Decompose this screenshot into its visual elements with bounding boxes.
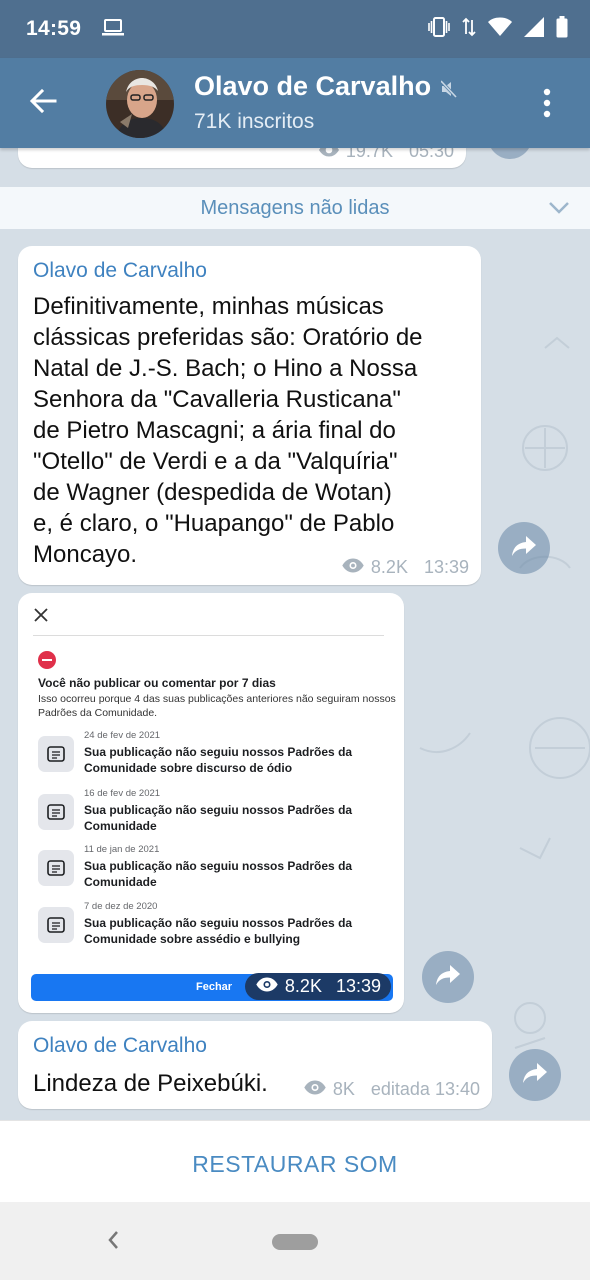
- nav-back-icon[interactable]: [105, 1229, 121, 1256]
- signal-icon: [524, 17, 544, 42]
- system-navigation-bar: [0, 1202, 590, 1280]
- violation-text: Sua publicação não seguiu nossos Padrões…: [84, 745, 353, 775]
- share-arrow-icon: [435, 964, 461, 991]
- views-icon: [341, 557, 365, 578]
- violation-text: Sua publicação não seguiu nossos Padrões…: [84, 803, 353, 833]
- close-icon: [34, 608, 48, 627]
- image-heading: Você não publicar ou comentar por 7 dias: [38, 676, 276, 690]
- wifi-icon: [488, 17, 512, 42]
- violation-item: 24 de fev de 2021 Sua publicação não seg…: [38, 730, 388, 780]
- chevron-down-icon[interactable]: [548, 201, 570, 220]
- message-meta: 8.2K 13:39: [341, 557, 469, 578]
- image-time: 13:39: [335, 976, 381, 996]
- chat-area[interactable]: 19.7K 05:30 Mensagens não lidas Olavo de…: [0, 148, 590, 1120]
- message-meta: 8K editada 13:40: [303, 1079, 480, 1100]
- violation-text: Sua publicação não seguiu nossos Padrões…: [84, 916, 353, 946]
- violation-item: 7 de dez de 2020 Sua publicação não segu…: [38, 901, 388, 951]
- message-bubble[interactable]: Olavo de Carvalho Lindeza de Peixebúki. …: [18, 1021, 492, 1109]
- restore-sound-bar[interactable]: RESTAURAR SOM: [0, 1120, 590, 1202]
- message-sender[interactable]: Olavo de Carvalho: [33, 1034, 207, 1058]
- message-bubble[interactable]: Olavo de Carvalho Definitivamente, minha…: [18, 246, 481, 585]
- share-arrow-icon: [511, 535, 537, 562]
- more-vert-icon[interactable]: [543, 88, 551, 123]
- mute-icon: [439, 79, 458, 103]
- views-icon: [255, 976, 279, 997]
- image-message-bubble[interactable]: Você não publicar ou comentar por 7 dias…: [18, 593, 404, 1013]
- message-text: Definitivamente, minhas músicas clássica…: [33, 293, 423, 568]
- image-meta-badge: 8.2K 13:39: [244, 973, 391, 1000]
- violation-text: Sua publicação não seguiu nossos Padrões…: [84, 859, 353, 889]
- data-arrows-icon: [462, 17, 476, 42]
- image-description: Isso ocorreu porque 4 das suas publicaçõ…: [38, 693, 396, 719]
- fechar-label: Fechar: [196, 981, 233, 993]
- post-icon: [38, 907, 74, 943]
- message-sender[interactable]: Olavo de Carvalho: [33, 259, 207, 283]
- system-icons: [428, 16, 568, 43]
- previous-message-bubble[interactable]: 19.7K 05:30: [18, 148, 466, 168]
- unread-messages-divider: Mensagens não lidas: [0, 187, 590, 229]
- violation-date: 7 de dez de 2020: [84, 901, 158, 912]
- forward-button[interactable]: [422, 951, 474, 1003]
- post-icon: [38, 736, 74, 772]
- forward-button[interactable]: [498, 522, 550, 574]
- message-views: 8.2K: [370, 557, 408, 577]
- vibrate-icon: [428, 17, 450, 42]
- back-arrow-icon[interactable]: [28, 86, 58, 121]
- status-bar: 14:59: [0, 0, 590, 58]
- image-divider: [33, 635, 384, 636]
- post-icon: [38, 794, 74, 830]
- previous-message-time: 05:30: [408, 148, 454, 161]
- message-text: Lindeza de Peixebúki.: [33, 1070, 268, 1097]
- battery-icon: [556, 16, 568, 43]
- share-arrow-icon: [522, 1062, 548, 1089]
- views-icon: [303, 1079, 327, 1100]
- message-time: 13:39: [423, 557, 469, 577]
- screenshot-image[interactable]: Você não publicar ou comentar por 7 dias…: [23, 598, 399, 1008]
- previous-message-views: 19.7K: [345, 148, 393, 161]
- channel-title[interactable]: Olavo de Carvalho: [194, 71, 431, 102]
- unread-label: Mensagens não lidas: [200, 197, 390, 219]
- views-icon: [318, 148, 340, 162]
- violation-date: 24 de fev de 2021: [84, 730, 161, 741]
- forward-button[interactable]: [509, 1049, 561, 1101]
- channel-avatar[interactable]: [106, 70, 174, 138]
- image-views: 8.2K: [284, 976, 322, 996]
- message-edited-time: editada 13:40: [370, 1079, 480, 1099]
- previous-message-meta: 19.7K 05:30: [318, 148, 454, 162]
- violation-date: 11 de jan de 2021: [84, 844, 160, 855]
- message-views: 8K: [332, 1079, 355, 1099]
- status-time: 14:59: [26, 17, 82, 40]
- violation-item: 16 de fev de 2021 Sua publicação não seg…: [38, 788, 388, 838]
- channel-subscribers: 71K inscritos: [194, 110, 315, 133]
- violation-item: 11 de jan de 2021 Sua publicação não seg…: [38, 844, 388, 894]
- stop-icon: [38, 651, 56, 669]
- laptop-icon: [102, 19, 124, 42]
- chat-header: Olavo de Carvalho 71K inscritos: [0, 58, 590, 148]
- restore-sound-button[interactable]: RESTAURAR SOM: [0, 1151, 590, 1178]
- violation-date: 16 de fev de 2021: [84, 788, 161, 799]
- post-icon: [38, 850, 74, 886]
- home-pill[interactable]: [272, 1234, 318, 1250]
